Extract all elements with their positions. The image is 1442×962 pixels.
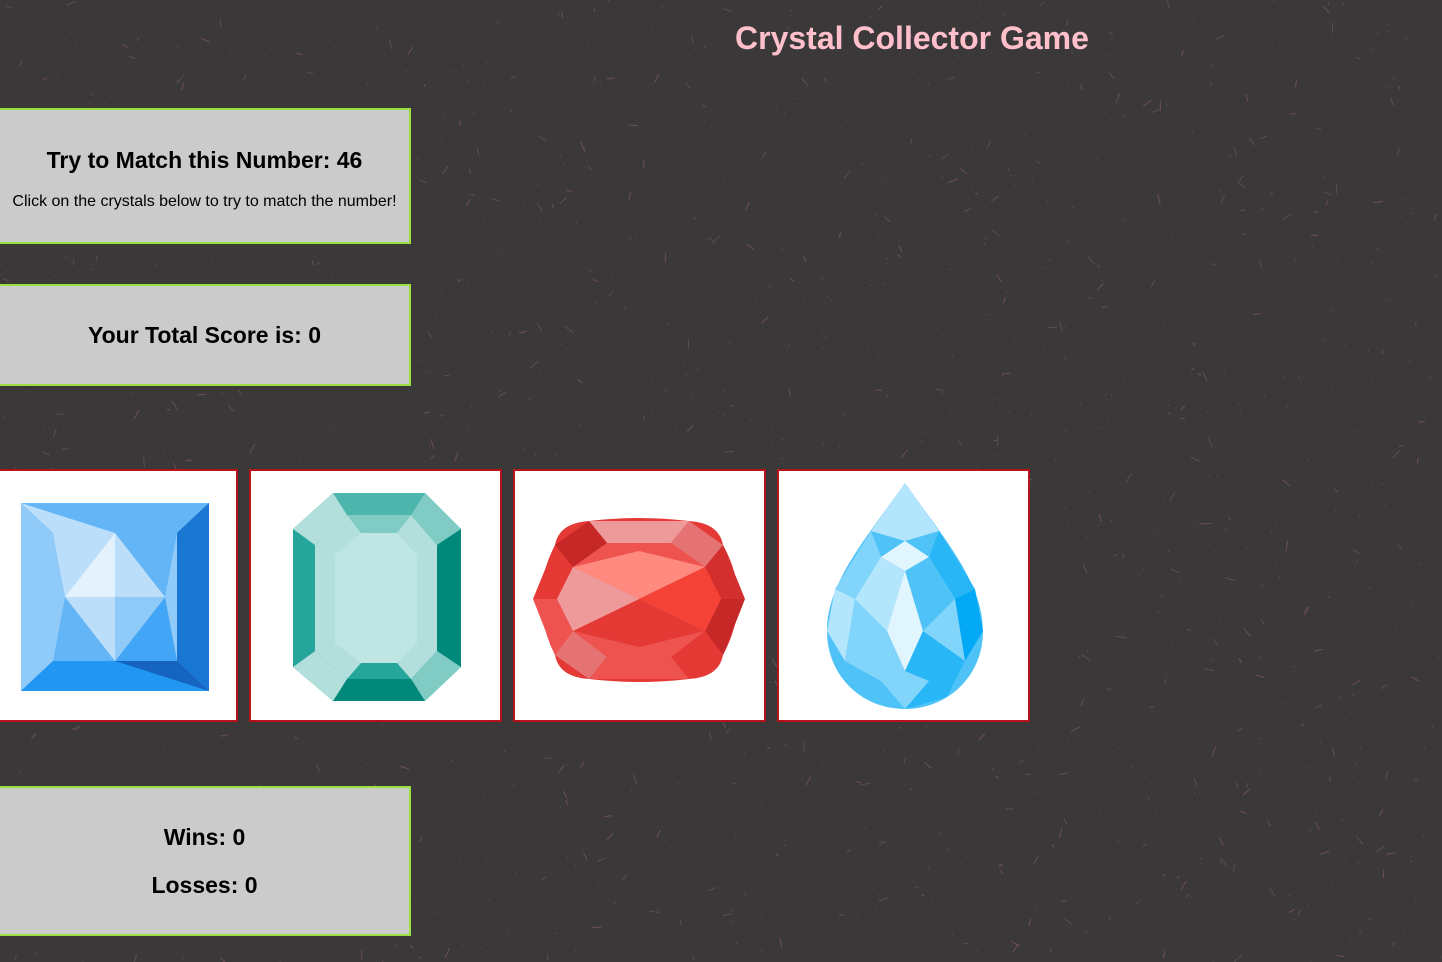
instructions-text: Click on the crystals below to try to ma… <box>12 193 397 210</box>
crystal-button-4[interactable] <box>777 469 1030 722</box>
crystal-button-3[interactable] <box>513 469 766 722</box>
teal-emerald-cut-gem-icon <box>293 493 461 701</box>
win-loss-panel: Wins: 0 Losses: 0 <box>0 786 411 936</box>
total-score-label: Your Total Score is: 0 <box>87 322 322 348</box>
page-title: Crystal Collector Game <box>735 20 1089 56</box>
target-number-panel: Try to Match this Number: 46 Click on th… <box>0 108 411 244</box>
red-cushion-cut-gem-icon <box>533 518 745 682</box>
blue-square-gem-icon <box>21 503 209 691</box>
losses-counter: Losses: 0 <box>151 872 258 898</box>
target-number-label: Try to Match this Number: 46 <box>46 147 363 173</box>
score-panel: Your Total Score is: 0 <box>0 284 411 386</box>
wins-counter: Wins: 0 <box>163 824 246 850</box>
light-blue-pear-cut-gem-icon <box>827 483 983 709</box>
crystal-button-2[interactable] <box>249 469 502 722</box>
crystal-button-1[interactable] <box>0 469 238 722</box>
